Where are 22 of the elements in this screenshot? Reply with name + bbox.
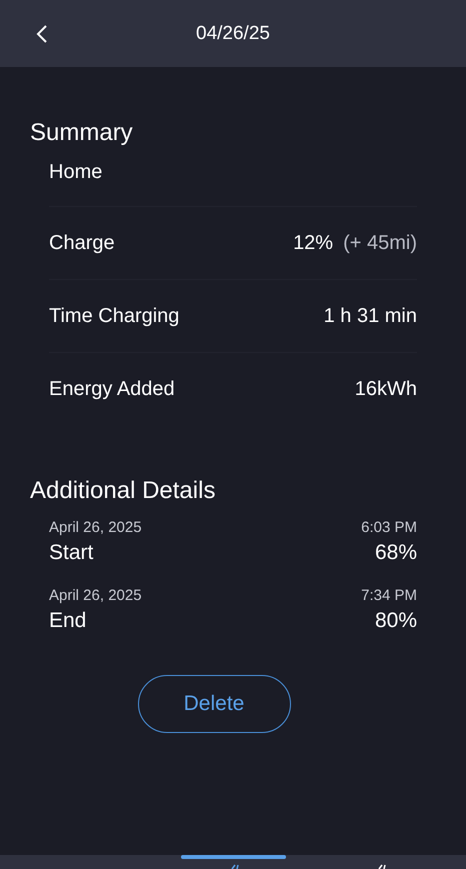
row-label: Energy Added bbox=[49, 378, 175, 400]
range-added: (+ 45mi) bbox=[343, 232, 417, 254]
date-text: April 26, 2025 bbox=[49, 587, 142, 604]
delete-button[interactable]: Delete bbox=[138, 675, 290, 733]
back-icon[interactable] bbox=[36, 24, 48, 44]
detail-value: 80% bbox=[374, 609, 417, 633]
nav-tab[interactable] bbox=[181, 855, 286, 869]
time-text: 6:03 PM bbox=[361, 519, 417, 536]
header-title: 04/26/25 bbox=[195, 22, 271, 44]
row-value: 16kWh bbox=[354, 378, 417, 400]
section-title: Summary bbox=[30, 119, 134, 147]
date-text: April 26, 2025 bbox=[49, 519, 142, 536]
detail-label: Start bbox=[49, 541, 94, 565]
location-label: Home bbox=[49, 161, 102, 184]
row-label: Time Charging bbox=[49, 304, 180, 328]
detail-value: 68% bbox=[374, 541, 417, 565]
detail-label: End bbox=[49, 609, 86, 633]
row-value: 1 h 31 min bbox=[324, 304, 417, 328]
row-label: Charge bbox=[49, 232, 115, 254]
section-title: Additional Details bbox=[30, 477, 216, 505]
time-text: 7:34 PM bbox=[361, 587, 417, 604]
row-value: 12% bbox=[293, 232, 334, 254]
